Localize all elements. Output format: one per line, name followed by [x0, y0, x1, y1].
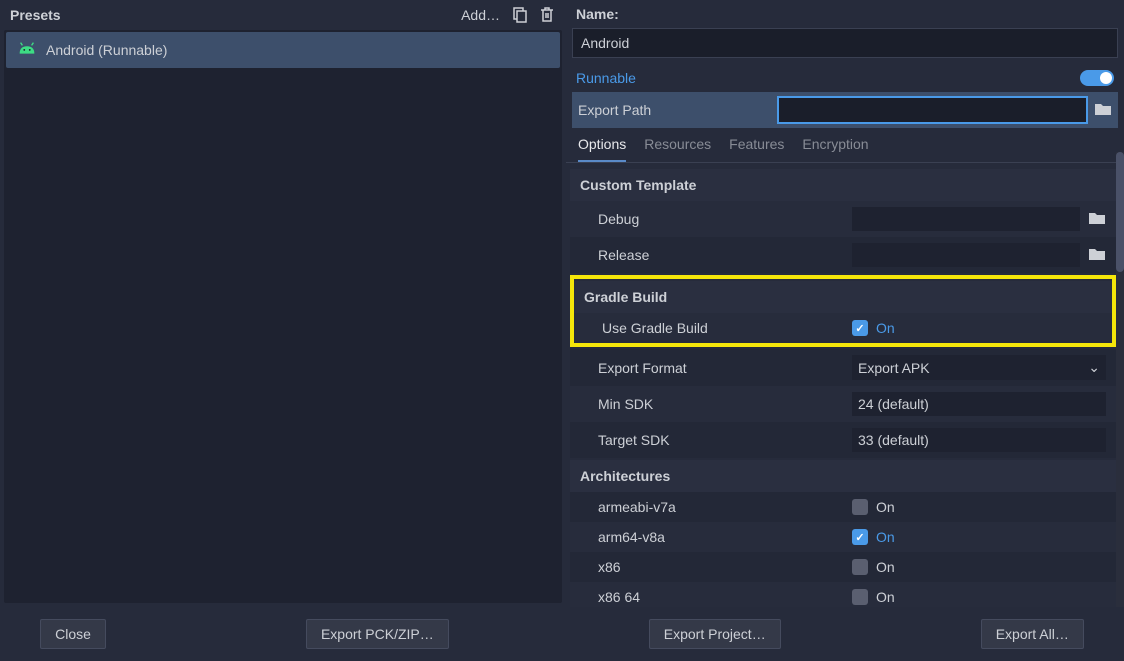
section-architectures: Architectures [570, 460, 1116, 492]
tab-encryption[interactable]: Encryption [802, 136, 868, 162]
preset-item-android[interactable]: Android (Runnable) [6, 32, 560, 68]
section-gradle-build: Gradle Build [574, 281, 1112, 313]
folder-icon[interactable] [1094, 102, 1112, 118]
runnable-toggle[interactable] [1080, 70, 1114, 86]
tab-features[interactable]: Features [729, 136, 784, 162]
option-use-gradle-build: Use Gradle Build On [574, 313, 1112, 343]
target-sdk-field[interactable]: 33 (default) [852, 428, 1106, 452]
export-pck-button[interactable]: Export PCK/ZIP… [306, 619, 449, 649]
option-release-template: Release [570, 237, 1116, 273]
folder-icon[interactable] [1088, 211, 1106, 227]
tab-resources[interactable]: Resources [644, 136, 711, 162]
name-label: Name: [566, 0, 1124, 28]
android-icon [16, 40, 36, 60]
use-gradle-on-label: On [876, 320, 895, 336]
scrollbar[interactable] [1116, 152, 1124, 607]
export-all-button[interactable]: Export All… [981, 619, 1084, 649]
export-path-label: Export Path [578, 102, 771, 118]
option-debug-template: Debug [570, 201, 1116, 237]
gradle-highlight: Gradle Build Use Gradle Build On [570, 275, 1116, 347]
copy-icon[interactable] [510, 6, 528, 24]
min-sdk-field[interactable]: 24 (default) [852, 392, 1106, 416]
option-min-sdk: Min SDK 24 (default) [570, 386, 1116, 422]
option-x86: x86 On [570, 552, 1116, 582]
chevron-down-icon: ⌄ [1088, 359, 1100, 376]
add-preset-button[interactable]: Add… [461, 7, 500, 23]
section-custom-template: Custom Template [570, 169, 1116, 201]
options-panel: Custom Template Debug Release Gradle Bui… [566, 163, 1124, 607]
debug-template-field[interactable] [852, 207, 1080, 231]
export-project-button[interactable]: Export Project… [649, 619, 781, 649]
release-template-field[interactable] [852, 243, 1080, 267]
x86-64-checkbox[interactable] [852, 589, 868, 605]
runnable-label: Runnable [576, 70, 636, 86]
use-gradle-checkbox[interactable] [852, 320, 868, 336]
tab-options[interactable]: Options [578, 136, 626, 162]
preset-item-label: Android (Runnable) [46, 42, 167, 58]
option-armeabi-v7a: armeabi-v7a On [570, 492, 1116, 522]
preset-list: Android (Runnable) [4, 30, 562, 603]
close-button[interactable]: Close [40, 619, 106, 649]
option-export-format: Export Format Export APK ⌄ [570, 349, 1116, 386]
export-path-input[interactable] [777, 96, 1088, 124]
armeabi-v7a-checkbox[interactable] [852, 499, 868, 515]
arm64-v8a-checkbox[interactable] [852, 529, 868, 545]
option-x86-64: x86 64 On [570, 582, 1116, 607]
folder-icon[interactable] [1088, 247, 1106, 263]
trash-icon[interactable] [538, 6, 556, 24]
presets-title: Presets [10, 7, 461, 23]
option-target-sdk: Target SDK 33 (default) [570, 422, 1116, 458]
x86-checkbox[interactable] [852, 559, 868, 575]
option-arm64-v8a: arm64-v8a On [570, 522, 1116, 552]
name-input[interactable] [572, 28, 1118, 58]
export-format-dropdown[interactable]: Export APK ⌄ [852, 355, 1106, 380]
